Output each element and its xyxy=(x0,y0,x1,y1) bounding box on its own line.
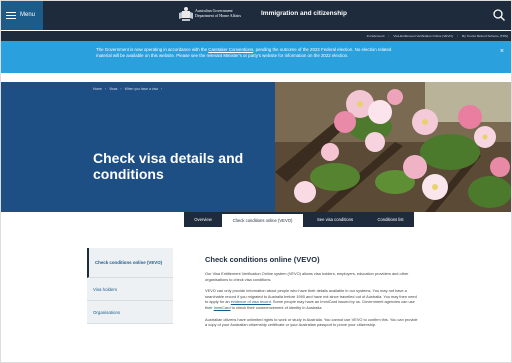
breadcrumb-visas[interactable]: Visas xyxy=(109,87,117,91)
banner-text: The Government is now operating in accor… xyxy=(96,47,396,58)
site-title[interactable]: Immigration and citizenship xyxy=(261,10,347,17)
sidebar-item-visa-holders[interactable]: Visa holders xyxy=(87,278,173,301)
util-link-immiaccount[interactable]: ImmiAccount xyxy=(367,34,385,38)
notice-banner: The Government is now operating in accor… xyxy=(0,41,512,73)
sidebar-item-organisations[interactable]: Organisations xyxy=(87,301,173,324)
page-title: Check visa details and conditions xyxy=(93,150,244,182)
chevron-right-icon: › xyxy=(120,87,122,91)
caretaker-conventions-link[interactable]: Caretaker Conventions xyxy=(208,47,253,52)
sidebar-item-check-conditions-online[interactable]: Check conditions online (VEVO) xyxy=(87,248,173,278)
gov-line-2: Department of Home Affairs xyxy=(195,13,242,18)
chevron-right-icon: › xyxy=(160,87,163,91)
separator: | xyxy=(456,34,458,38)
breadcrumb: Home › Visas › When you have a visa › xyxy=(93,87,162,91)
tab-conditions-list[interactable]: Conditions list xyxy=(367,212,414,227)
site-header: Menu Australian Government Department of… xyxy=(0,0,512,30)
breadcrumb-when-you-have-a-visa[interactable]: When you have a visa xyxy=(125,87,158,91)
hamburger-icon xyxy=(6,11,16,19)
content-paragraph-1: Our Visa Entitlement Verification Online… xyxy=(205,271,409,282)
sidebar: Check conditions online (VEVO) Visa hold… xyxy=(87,248,173,324)
content-paragraph-2: VEVO can only provide information about … xyxy=(205,288,420,310)
hero: Home › Visas › When you have a visa › Ch… xyxy=(0,82,512,212)
tab-bar: Overview Check conditions online (VEVO) … xyxy=(184,212,414,227)
content-heading: Check conditions online (VEVO) xyxy=(205,255,320,264)
tab-check-conditions-online[interactable]: Check conditions online (VEVO) xyxy=(222,212,303,227)
close-icon[interactable]: × xyxy=(500,48,504,55)
utility-links: ImmiAccount | Visa Entitlement Verificat… xyxy=(0,31,512,41)
brand-bar: Australian Government Department of Home… xyxy=(43,0,512,30)
paragraph-2-text-c: to check their commencement of identity … xyxy=(230,304,323,310)
gov-logo-text[interactable]: Australian Government Department of Home… xyxy=(195,8,241,18)
content-paragraph-3: Australian citizens have unlimited right… xyxy=(205,316,418,328)
menu-button[interactable]: Menu xyxy=(0,0,43,30)
breadcrumb-home[interactable]: Home xyxy=(93,87,102,91)
separator: | xyxy=(388,34,390,38)
crest-icon xyxy=(179,7,193,21)
immicard-link[interactable]: ImmiCard xyxy=(214,305,231,310)
util-link-vevo[interactable]: Visa Entitlement Verification Online (VE… xyxy=(393,34,453,38)
util-link-trs[interactable]: My Tourist Refund Scheme (TRS) xyxy=(462,34,508,38)
chevron-right-icon: › xyxy=(105,87,107,91)
tab-overview[interactable]: Overview xyxy=(184,212,222,227)
banner-text-start: The Government is now operating in accor… xyxy=(96,47,209,52)
main-content: Check conditions online (VEVO) Our Visa … xyxy=(205,255,420,334)
tab-see-visa-conditions[interactable]: See visa conditions xyxy=(303,212,367,227)
search-icon[interactable] xyxy=(492,8,506,22)
menu-label: Menu xyxy=(20,12,36,18)
evidence-of-visa-record-link[interactable]: evidence of visa record xyxy=(231,299,271,304)
blossom-photo xyxy=(275,82,512,212)
